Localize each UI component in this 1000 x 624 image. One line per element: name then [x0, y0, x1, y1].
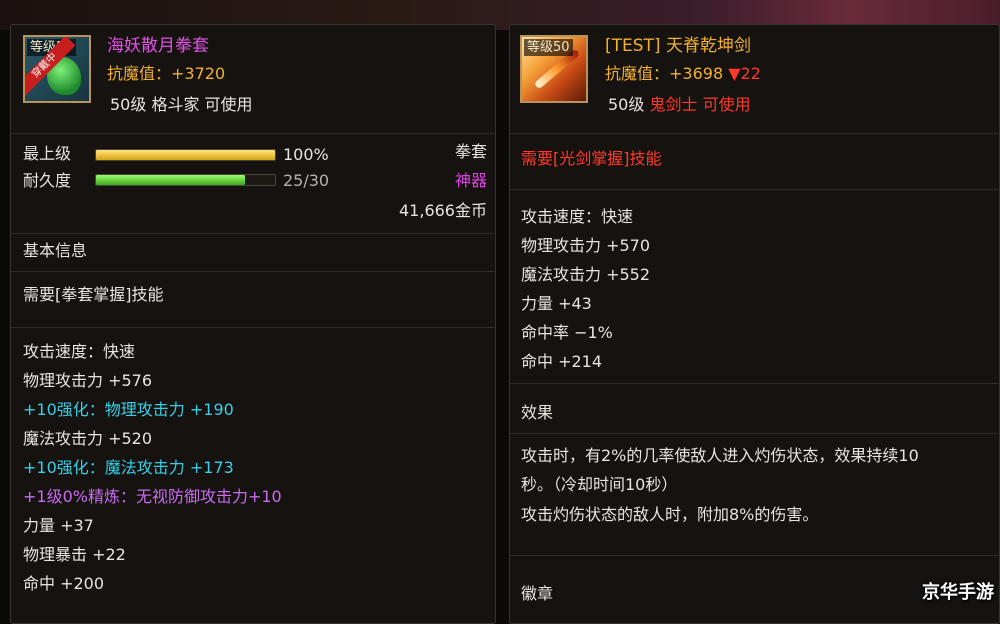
durability-label: 耐久度: [23, 171, 72, 190]
item-price: 41,666金币: [399, 201, 487, 220]
section-badge: 徽章: [521, 584, 554, 603]
divider: [510, 383, 999, 384]
requirement-text: 50级 格斗家 可使用: [110, 95, 253, 114]
stat-line: 命中 +214: [521, 352, 603, 371]
stat-line: 物理攻击力 +570: [521, 236, 651, 255]
gauntlet-icon[interactable]: 等级50 穿戴中: [23, 35, 91, 103]
grade-value: 100%: [283, 145, 329, 164]
divider: [510, 133, 999, 134]
grade-bar-fill: [96, 150, 275, 160]
skill-requirement: 需要[拳套掌握]技能: [23, 285, 164, 304]
durability-bar-fill: [96, 175, 245, 185]
effect-line: 攻击时，有2%的几率使敌人进入灼伤状态，效果持续10: [521, 446, 919, 465]
item-tooltip-right: 等级50 [TEST] 天脊乾坤剑 抗魔值：+3698 ▼22 50级 鬼剑士 …: [509, 24, 1000, 624]
stat-line: 命中率 −1%: [521, 323, 613, 342]
durability-bar: [95, 174, 276, 186]
stat-line: 物理暴击 +22: [23, 545, 126, 564]
durability-value: 25/30: [283, 171, 330, 190]
item-title: [TEST] 天脊乾坤剑: [605, 36, 751, 56]
magic-resist-value: 抗魔值：+3720: [107, 64, 226, 83]
magic-resist-text: 抗魔值：+3698: [605, 64, 724, 83]
effect-line: 攻击灼伤状态的敌人时，附加8%的伤害。: [521, 505, 819, 524]
grade-bar: [95, 149, 276, 161]
level-tag: 等级50: [524, 39, 573, 56]
divider: [510, 555, 999, 556]
skill-requirement: 需要[光剑掌握]技能: [521, 149, 662, 168]
item-tooltip-left: 等级50 穿戴中 海妖散月拳套 抗魔值：+3720 50级 格斗家 可使用 最上…: [10, 24, 496, 624]
divider: [510, 433, 999, 434]
sword-icon[interactable]: 等级50: [520, 35, 588, 103]
section-effect: 效果: [521, 403, 554, 422]
stat-line: 魔法攻击力 +552: [521, 265, 651, 284]
item-title: 海妖散月拳套: [107, 36, 209, 56]
item-type: 拳套: [454, 142, 487, 161]
stat-line: 攻击速度：快速: [521, 207, 634, 226]
stat-line: 魔法攻击力 +520: [23, 429, 153, 448]
stat-line: +1级0%精炼：无视防御攻击力+10: [23, 487, 282, 506]
stat-line: 攻击速度：快速: [23, 342, 136, 361]
section-basic-info: 基本信息: [23, 241, 88, 260]
requirement-text: 50级 鬼剑士 可使用: [608, 95, 751, 115]
magic-resist-diff: ▼22: [728, 64, 761, 83]
stat-line: +10强化：魔法攻击力 +173: [23, 458, 234, 477]
stat-line: 力量 +43: [521, 294, 592, 313]
divider: [11, 233, 495, 234]
divider: [11, 133, 495, 134]
divider: [11, 327, 495, 328]
item-rarity: 神器: [454, 171, 487, 190]
divider: [11, 271, 495, 272]
stat-line: 力量 +37: [23, 516, 94, 535]
stat-line: 命中 +200: [23, 574, 105, 593]
stat-line: 物理攻击力 +576: [23, 371, 153, 390]
requirement-suffix: 可使用: [702, 95, 751, 114]
requirement-class: 鬼剑士: [649, 95, 698, 114]
divider: [510, 189, 999, 190]
requirement-level: 50级: [608, 95, 645, 114]
effect-line: 秒。（冷却时间10秒）: [521, 475, 678, 494]
watermark: 京华手游: [922, 582, 994, 603]
grade-label: 最上级: [23, 144, 72, 163]
magic-resist-value: 抗魔值：+3698 ▼22: [605, 64, 761, 84]
stat-line: +10强化：物理攻击力 +190: [23, 400, 234, 419]
